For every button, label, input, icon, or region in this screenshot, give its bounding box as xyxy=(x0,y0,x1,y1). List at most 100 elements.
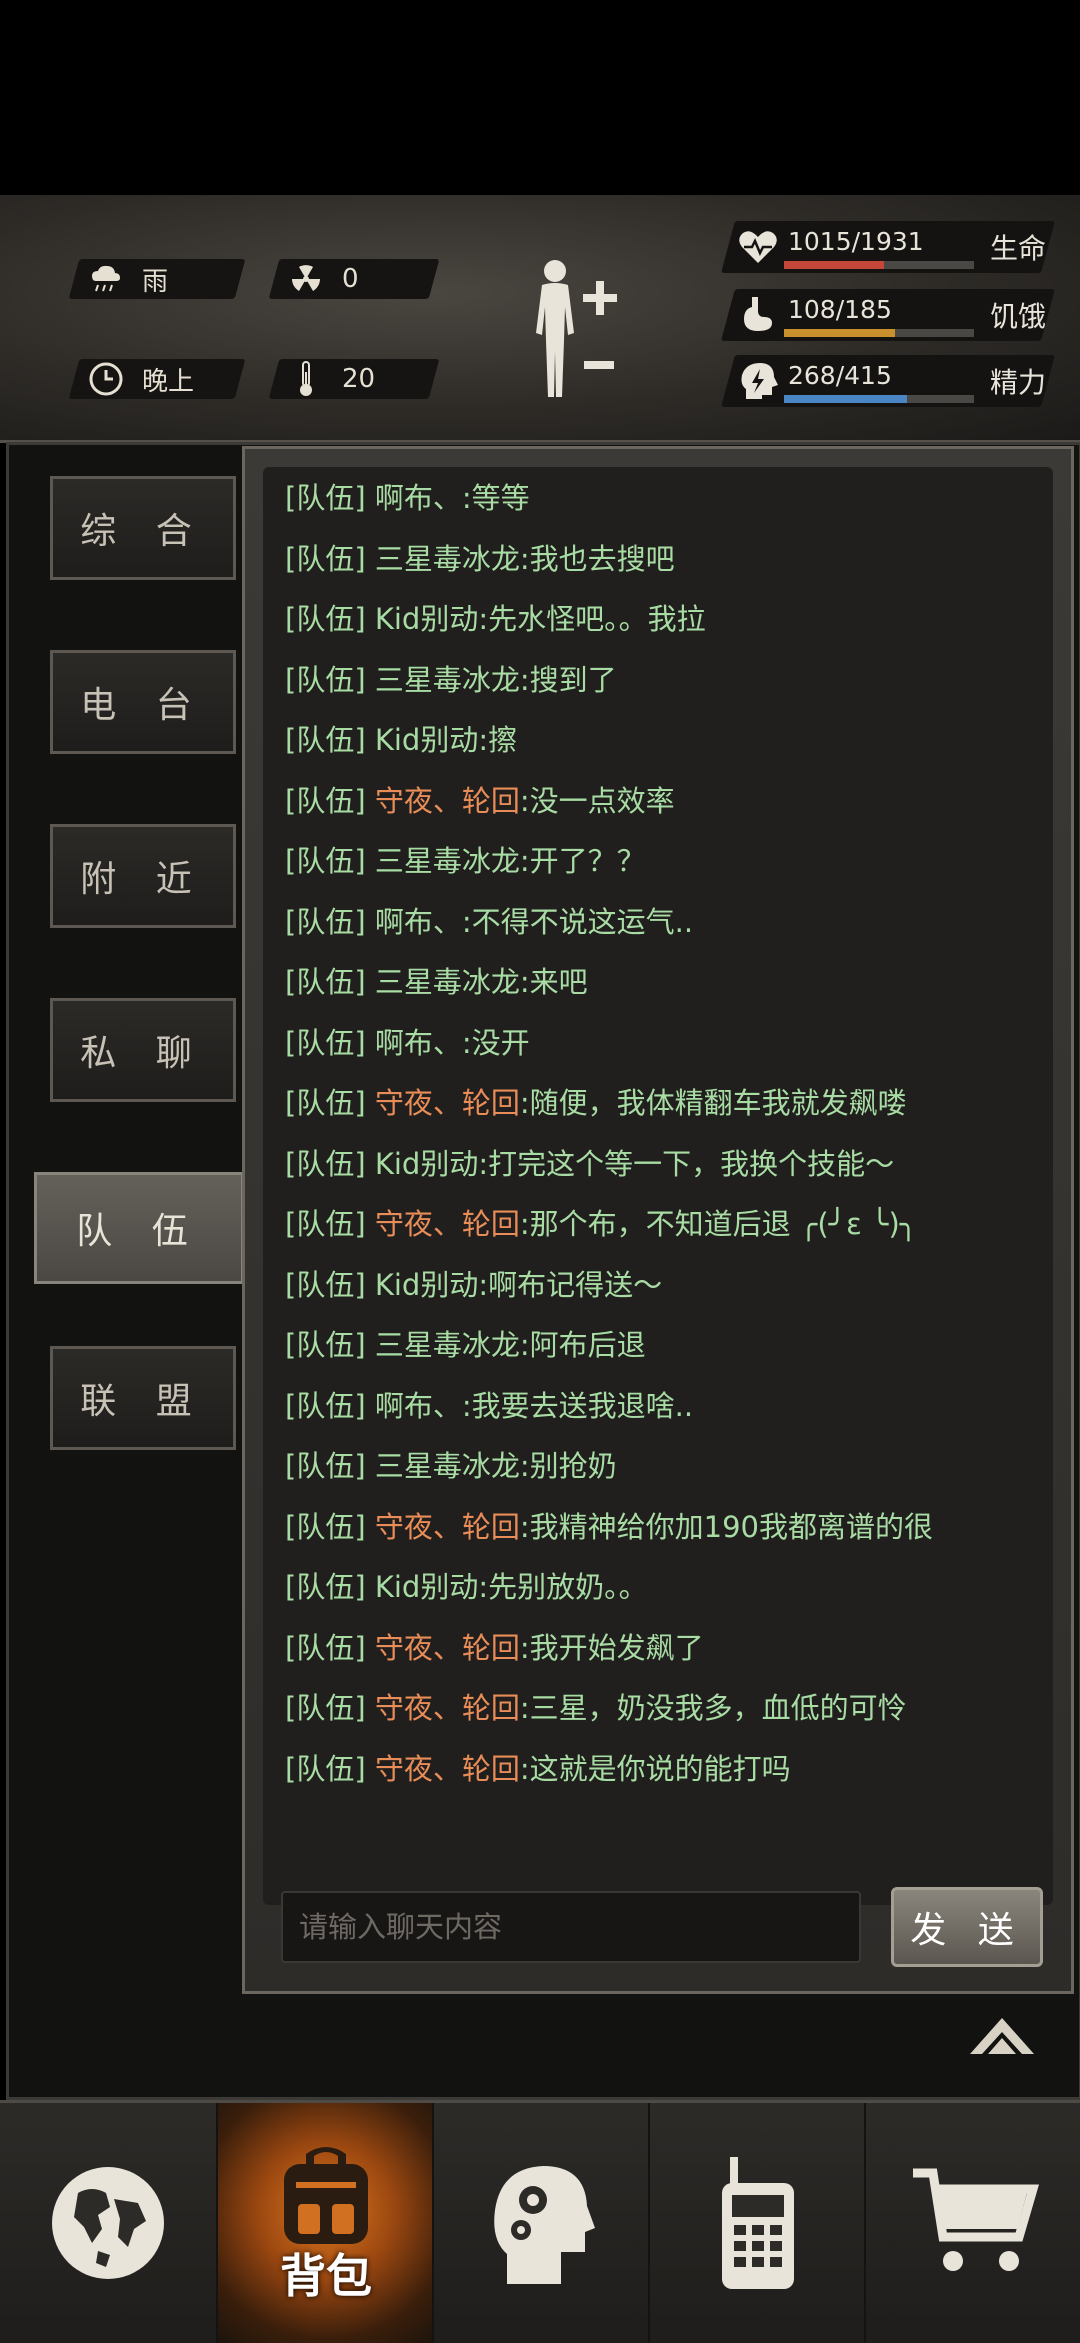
chat-message: [队伍] 守夜、轮回:三星，奶没我多，血低的可怜 xyxy=(285,1685,907,1727)
message-sender[interactable]: 守夜、轮回 xyxy=(375,1752,520,1786)
nav-shop-button[interactable] xyxy=(866,2103,1080,2343)
chevron-up-icon xyxy=(970,2018,1034,2054)
chat-message: [队伍] 啊布、:等等 xyxy=(285,475,530,517)
message-text: :那个布，不知道后退 ╭(╯ε ╰)╮ xyxy=(519,1207,918,1241)
body-figure-icon xyxy=(536,260,617,397)
chat-message: [队伍] Kid别动:打完这个等一下，我换个技能～ xyxy=(285,1141,894,1183)
message-text: :啊布记得送～ xyxy=(478,1267,663,1302)
message-channel: [队伍] xyxy=(285,1207,375,1241)
status-panel: 雨 0 晚上 20 1015/1931 生命 108/185 饥饿 268/41… xyxy=(0,195,1080,443)
message-sender[interactable]: 三星毒冰龙 xyxy=(375,1328,520,1362)
chat-message: [队伍] 守夜、轮回:我精神给你加190我都离谱的很 xyxy=(285,1504,933,1546)
head-lightning-icon xyxy=(741,363,778,399)
message-sender[interactable]: 守夜、轮回 xyxy=(375,1207,520,1241)
send-button[interactable]: 发 送 xyxy=(891,1887,1043,1967)
message-channel: [队伍] xyxy=(285,662,375,697)
message-text: :先别放奶。。 xyxy=(478,1570,648,1604)
message-channel: [队伍] xyxy=(285,1267,375,1302)
message-sender[interactable]: 三星毒冰龙 xyxy=(375,965,520,999)
bottom-nav: 背包 xyxy=(0,2100,1080,2343)
message-channel: [队伍] xyxy=(285,1509,375,1544)
message-sender[interactable]: 守夜、轮回 xyxy=(375,1631,520,1665)
message-channel: [队伍] xyxy=(285,1691,375,1725)
nav-radio-button[interactable] xyxy=(650,2103,866,2343)
message-text: :开了？？ xyxy=(519,844,646,878)
message-channel: [队伍] xyxy=(285,1388,375,1423)
tab-nearby[interactable]: 附 近 xyxy=(50,824,236,928)
tab-radio[interactable]: 电 台 xyxy=(50,650,236,754)
chat-area: [队伍] 啊布、:等等 [队伍] 三星毒冰龙:我也去搜吧 [队伍] Kid别动:先水… xyxy=(242,446,1074,1994)
message-text: :擦 xyxy=(478,723,518,757)
energy-label: 精力 xyxy=(990,366,1047,399)
chat-message: [队伍] 守夜、轮回:这就是你说的能打吗 xyxy=(285,1746,791,1788)
message-text: :我开始发飙了 xyxy=(519,1630,704,1665)
top-black-area xyxy=(0,0,1080,195)
time-indicator: 晚上 xyxy=(68,359,246,399)
message-sender[interactable]: 三星毒冰龙 xyxy=(375,542,520,576)
chat-message: [队伍] 三星毒冰龙:我也去搜吧 xyxy=(285,536,675,578)
hunger-value: 108/185 xyxy=(788,295,892,324)
message-sender[interactable]: 守夜、轮回 xyxy=(375,1086,520,1120)
chat-message: [队伍] Kid别动:擦 xyxy=(285,717,517,759)
nav-backpack-button[interactable]: 背包 xyxy=(218,2103,434,2343)
chat-message: [队伍] 啊布、:没开 xyxy=(285,1020,530,1062)
chat-message: [队伍] Kid别动:啊布记得送～ xyxy=(285,1262,662,1304)
message-sender[interactable]: Kid别动 xyxy=(375,723,478,757)
clock-icon xyxy=(86,359,126,399)
message-sender[interactable]: 三星毒冰龙 xyxy=(375,663,520,697)
nav-skills-button[interactable] xyxy=(434,2103,650,2343)
message-channel: [队伍] xyxy=(285,1630,375,1665)
radiation-icon xyxy=(286,259,326,299)
head-gears-icon xyxy=(494,2166,595,2284)
message-sender[interactable]: 守夜、轮回 xyxy=(375,1691,520,1725)
chat-input[interactable]: 请输入聊天内容 xyxy=(281,1891,861,1963)
message-sender[interactable]: 三星毒冰龙 xyxy=(375,844,520,878)
chat-message: [队伍] 三星毒冰龙:来吧 xyxy=(285,959,588,1001)
message-text: :随便，我体精翻车我就发飙喽 xyxy=(519,1086,907,1120)
message-text: :等等 xyxy=(461,481,530,515)
weather-indicator: 雨 xyxy=(68,259,246,299)
energy-stat: 268/415 精力 xyxy=(721,355,1055,407)
character-body-button[interactable] xyxy=(520,255,630,405)
chat-message: [队伍] 三星毒冰龙:阿布后退 xyxy=(285,1322,646,1364)
message-sender[interactable]: Kid别动 xyxy=(375,1147,478,1181)
shopping-cart-icon xyxy=(913,2168,1039,2271)
stomach-icon xyxy=(744,297,772,331)
message-channel: [队伍] xyxy=(285,1025,375,1060)
tab-private[interactable]: 私 聊 xyxy=(50,998,236,1102)
message-sender[interactable]: 啊布、 xyxy=(375,905,462,939)
message-sender[interactable]: Kid别动 xyxy=(375,1268,478,1302)
tab-team[interactable]: 队 伍 xyxy=(34,1172,244,1284)
health-stat: 1015/1931 生命 xyxy=(721,221,1055,273)
tab-alliance[interactable]: 联 盟 xyxy=(50,1346,236,1450)
message-text: :这就是你说的能打吗 xyxy=(519,1751,791,1786)
message-sender[interactable]: 守夜、轮回 xyxy=(375,784,520,818)
chat-message: [队伍] 啊布、:不得不说这运气.. xyxy=(285,899,693,941)
message-channel: [队伍] xyxy=(285,965,375,999)
message-list[interactable]: [队伍] 啊布、:等等 [队伍] 三星毒冰龙:我也去搜吧 [队伍] Kid别动:先水… xyxy=(263,467,1053,1905)
message-channel: [队伍] xyxy=(285,541,375,576)
globe-icon xyxy=(52,2167,164,2279)
message-sender[interactable]: 守夜、轮回 xyxy=(375,1510,520,1544)
message-text: :没开 xyxy=(461,1025,530,1060)
message-sender[interactable]: 啊布、 xyxy=(375,1389,462,1423)
message-sender[interactable]: 三星毒冰龙 xyxy=(375,1449,520,1483)
message-sender[interactable]: 啊布、 xyxy=(375,1026,462,1060)
health-bar xyxy=(784,261,974,269)
message-channel: [队伍] xyxy=(285,1328,375,1362)
hunger-bar xyxy=(784,329,974,337)
collapse-button[interactable] xyxy=(966,2010,1038,2058)
message-sender[interactable]: 啊布、 xyxy=(375,481,462,515)
temperature-indicator: 20 xyxy=(268,359,440,399)
heart-icon xyxy=(739,231,777,263)
message-text: :搜到了 xyxy=(519,662,617,697)
chat-message: [队伍] 守夜、轮回:我开始发飙了 xyxy=(285,1625,704,1667)
nav-map-button[interactable] xyxy=(0,2103,216,2343)
message-text: :打完这个等一下，我换个技能～ xyxy=(478,1146,895,1181)
message-sender[interactable]: Kid别动 xyxy=(375,602,478,636)
message-text: :我也去搜吧 xyxy=(519,541,675,576)
message-sender[interactable]: Kid别动 xyxy=(375,1570,478,1604)
message-channel: [队伍] xyxy=(285,1751,375,1786)
tab-general[interactable]: 综 合 xyxy=(50,476,236,580)
thermometer-icon xyxy=(286,359,326,399)
